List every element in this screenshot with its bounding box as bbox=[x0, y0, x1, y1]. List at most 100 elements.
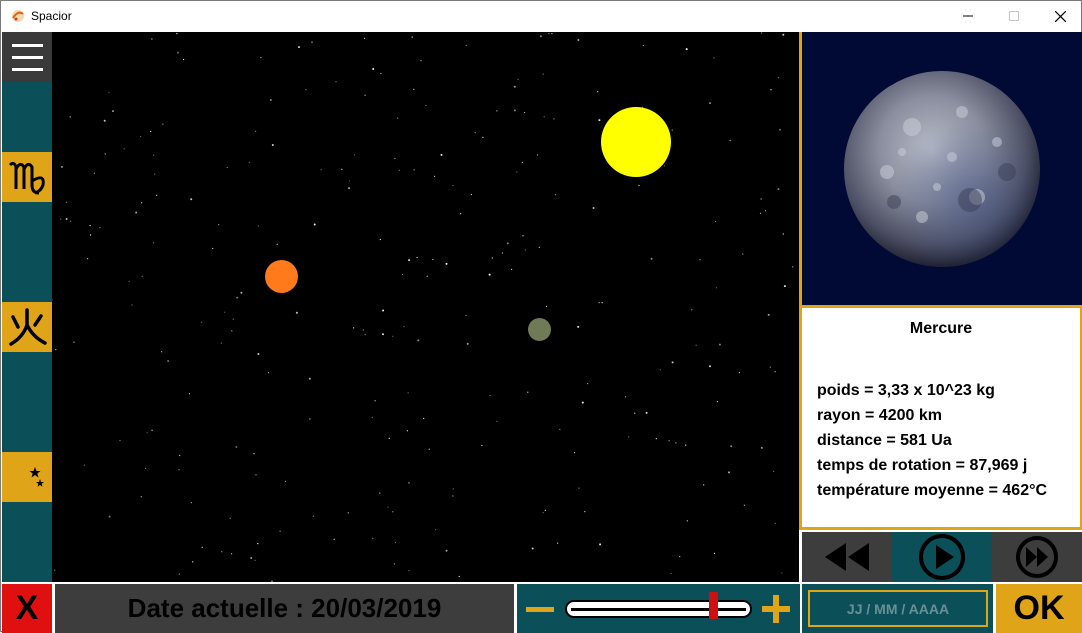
ok-button[interactable]: OK bbox=[996, 584, 1082, 633]
star bbox=[382, 309, 385, 312]
star bbox=[190, 502, 192, 504]
space-view[interactable] bbox=[52, 32, 799, 582]
star bbox=[364, 94, 366, 96]
star bbox=[388, 437, 390, 439]
mercury-planet-body[interactable] bbox=[528, 318, 551, 341]
speed-minus-button[interactable] bbox=[526, 607, 554, 612]
speed-slider-track[interactable] bbox=[565, 600, 752, 618]
star bbox=[496, 420, 498, 422]
star bbox=[474, 132, 476, 134]
star bbox=[655, 438, 657, 440]
star bbox=[718, 343, 721, 346]
star bbox=[542, 512, 544, 514]
star bbox=[364, 37, 366, 39]
star bbox=[123, 148, 125, 150]
star bbox=[240, 291, 243, 294]
app-icon bbox=[12, 10, 24, 22]
play-button[interactable] bbox=[892, 532, 992, 582]
fire-kanji-button[interactable] bbox=[2, 302, 52, 352]
star bbox=[190, 198, 193, 201]
star bbox=[729, 139, 731, 142]
hamburger-line bbox=[12, 44, 43, 47]
planet-info-panel: Mercure poids = 3,33 x 10^23 kg rayon = … bbox=[799, 308, 1082, 530]
star bbox=[581, 401, 584, 404]
star bbox=[260, 57, 262, 59]
star bbox=[89, 224, 91, 227]
star bbox=[574, 452, 576, 454]
star bbox=[250, 557, 253, 559]
maximize-button[interactable] bbox=[991, 1, 1037, 31]
date-input-field[interactable] bbox=[808, 590, 988, 627]
star bbox=[465, 44, 467, 46]
close-window-button[interactable] bbox=[1037, 1, 1082, 31]
star bbox=[140, 496, 142, 498]
star bbox=[140, 135, 142, 138]
star bbox=[73, 341, 75, 343]
hamburger-menu-button[interactable] bbox=[2, 32, 52, 82]
fast-forward-icon bbox=[1016, 536, 1058, 578]
star bbox=[675, 442, 677, 444]
rewind-button[interactable] bbox=[802, 532, 892, 582]
star bbox=[488, 273, 491, 276]
star bbox=[305, 89, 307, 91]
minimize-button[interactable] bbox=[945, 1, 991, 31]
planet-weight: poids = 3,33 x 10^23 kg bbox=[817, 382, 995, 399]
star bbox=[153, 242, 155, 244]
virgo-sign-button[interactable] bbox=[2, 152, 52, 202]
star bbox=[625, 396, 627, 398]
star bbox=[557, 542, 559, 544]
star bbox=[539, 35, 542, 38]
star bbox=[220, 342, 222, 344]
star bbox=[413, 169, 415, 171]
night-sky-button[interactable] bbox=[2, 452, 52, 502]
star bbox=[403, 326, 405, 328]
star bbox=[781, 572, 783, 574]
star bbox=[333, 538, 335, 540]
star bbox=[408, 482, 410, 484]
star bbox=[69, 220, 72, 222]
title-bar: Spacior bbox=[1, 1, 1081, 31]
star bbox=[179, 454, 181, 457]
star bbox=[699, 259, 701, 261]
star bbox=[445, 262, 448, 265]
star bbox=[146, 432, 148, 434]
star bbox=[269, 99, 272, 101]
star bbox=[119, 439, 121, 442]
star bbox=[348, 180, 350, 182]
planet-distance: distance = 581 Ua bbox=[817, 432, 952, 449]
fast-forward-button[interactable] bbox=[992, 532, 1082, 582]
star bbox=[417, 339, 420, 342]
star bbox=[167, 360, 170, 362]
speed-plus-button-vertical[interactable] bbox=[773, 595, 779, 623]
bottom-bar: X Date actuelle : 20/03/2019 OK bbox=[2, 582, 1082, 633]
sun-body[interactable] bbox=[601, 107, 671, 177]
star bbox=[645, 411, 648, 414]
orange-planet-body[interactable] bbox=[265, 260, 298, 293]
star bbox=[542, 73, 544, 75]
star bbox=[309, 418, 311, 420]
star bbox=[312, 515, 315, 517]
exit-button[interactable]: X bbox=[2, 584, 52, 633]
star bbox=[379, 492, 381, 494]
star bbox=[524, 249, 526, 251]
star bbox=[221, 551, 223, 553]
star bbox=[411, 36, 413, 38]
star bbox=[320, 169, 322, 171]
star bbox=[465, 314, 467, 317]
star bbox=[501, 252, 503, 254]
star bbox=[728, 471, 730, 474]
close-icon bbox=[1054, 10, 1066, 22]
star bbox=[777, 77, 780, 79]
star bbox=[394, 541, 396, 544]
star bbox=[521, 161, 523, 163]
star bbox=[743, 504, 746, 506]
star bbox=[255, 130, 257, 132]
star bbox=[554, 194, 557, 196]
star bbox=[398, 169, 400, 171]
star bbox=[544, 509, 546, 511]
star bbox=[759, 212, 762, 214]
virgo-icon bbox=[8, 161, 45, 195]
star bbox=[458, 575, 460, 578]
speed-slider-thumb[interactable] bbox=[708, 592, 718, 619]
star bbox=[481, 444, 483, 447]
